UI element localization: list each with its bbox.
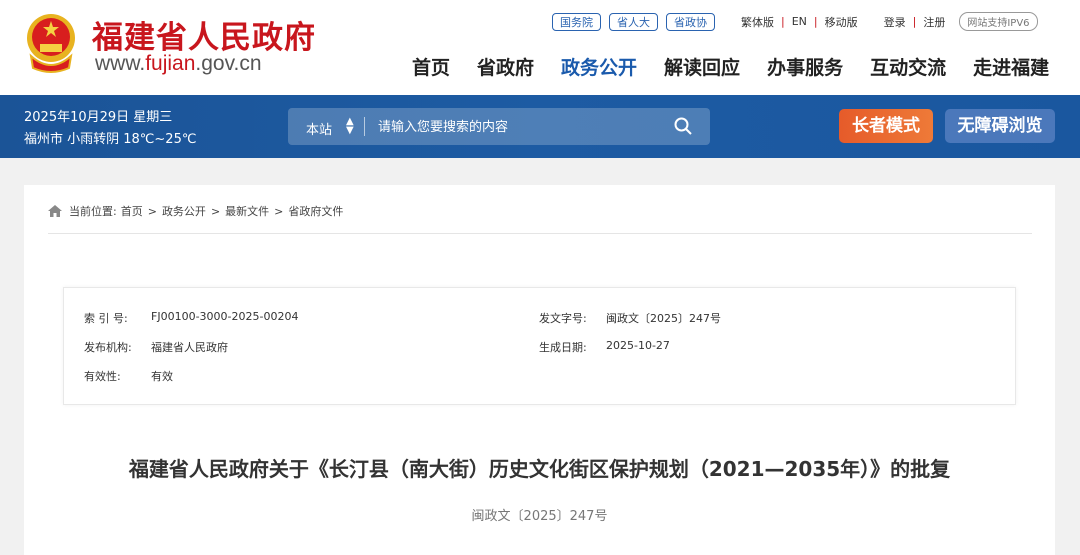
home-icon	[48, 205, 62, 217]
link-register[interactable]: 注册	[923, 14, 945, 30]
search-bar: 本站 ▲ ▼	[288, 108, 710, 145]
validity-label: 有效性:	[84, 370, 121, 383]
link-state-council[interactable]: 国务院	[552, 12, 601, 31]
org-value: 福建省人民政府	[151, 341, 228, 354]
search-icon[interactable]	[674, 117, 692, 135]
breadcrumb-home[interactable]: 首页	[121, 203, 143, 219]
nav-government[interactable]: 省政府	[477, 53, 534, 80]
link-english[interactable]: EN	[792, 15, 807, 28]
docno-value: 闽政文〔2025〕247号	[606, 312, 721, 325]
url-prefix: www.	[95, 52, 146, 75]
site-name: 福建省人民政府	[92, 20, 316, 56]
article-title: 福建省人民政府关于《长汀县（南大街）历史文化街区保护规划（2021—2035年）…	[128, 457, 951, 481]
index-value: FJ00100-3000-2025-00204	[151, 310, 299, 323]
org-label: 发布机构:	[84, 341, 132, 354]
breadcrumb-gov-affairs[interactable]: 政务公开	[162, 203, 206, 219]
link-provincial-cppcc[interactable]: 省政协	[666, 12, 715, 31]
validity-value: 有效	[151, 370, 173, 383]
divider	[48, 233, 1032, 234]
article-doc-number: 闽政文〔2025〕247号	[471, 509, 608, 524]
link-login[interactable]: 登录	[884, 14, 906, 30]
url-suffix: .gov.cn	[195, 52, 262, 75]
date-value: 2025-10-27	[606, 339, 670, 352]
nav-interpretation[interactable]: 解读回应	[664, 53, 740, 80]
docno-label: 发文字号:	[539, 312, 587, 325]
sort-arrows-icon[interactable]: ▲ ▼	[346, 117, 354, 136]
breadcrumb-gov-files[interactable]: 省政府文件	[288, 203, 343, 219]
nav-home[interactable]: 首页	[412, 53, 450, 80]
link-traditional[interactable]: 繁体版	[741, 14, 774, 30]
breadcrumb-label: 当前位置:	[69, 205, 117, 218]
elder-mode-button[interactable]: 长者模式	[839, 109, 933, 143]
link-mobile[interactable]: 移动版	[825, 14, 858, 30]
national-emblem-logo[interactable]	[25, 12, 77, 74]
url-mid: fujian	[145, 52, 196, 75]
search-divider	[364, 117, 365, 136]
main-nav: 首页 省政府 政务公开 解读回应 办事服务 互动交流 走进福建	[412, 53, 1076, 80]
index-label: 索 引 号:	[84, 312, 128, 325]
date-weather: 2025年10月29日 星期三 福州市 小雨转阴 18℃~25℃	[24, 107, 196, 151]
link-provincial-congress[interactable]: 省人大	[609, 12, 658, 31]
breadcrumb-latest-files[interactable]: 最新文件	[225, 203, 269, 219]
content-card: 当前位置: 首页 > 政务公开 > 最新文件 > 省政府文件 索 引 号: FJ001…	[24, 185, 1055, 555]
nav-gov-affairs[interactable]: 政务公开	[561, 53, 637, 80]
search-input[interactable]	[378, 116, 658, 137]
breadcrumb: 当前位置: 首页 > 政务公开 > 最新文件 > 省政府文件	[48, 203, 343, 219]
accessibility-button[interactable]: 无障碍浏览	[945, 109, 1055, 143]
top-links: 国务院 省人大 省政协 繁体版 | EN | 移动版 登录 | 注册 网站支持IPV6	[552, 12, 1038, 31]
nav-interaction[interactable]: 互动交流	[870, 53, 946, 80]
search-scope-select[interactable]: 本站	[306, 119, 332, 138]
weather: 福州市 小雨转阴 18℃~25℃	[24, 132, 197, 147]
nav-services[interactable]: 办事服务	[767, 53, 843, 80]
ipv6-badge: 网站支持IPV6	[959, 12, 1038, 31]
date-label: 生成日期:	[539, 341, 587, 354]
current-date: 2025年10月29日 星期三	[24, 110, 173, 125]
site-header: 福建省人民政府 www.fujian.gov.cn 国务院 省人大 省政协 繁体…	[0, 0, 1080, 95]
nav-about-fujian[interactable]: 走进福建	[973, 53, 1049, 80]
site-url: www.fujian.gov.cn	[95, 52, 262, 76]
document-info-box: 索 引 号: FJ00100-3000-2025-00204 发文字号: 闽政文…	[63, 287, 1016, 405]
